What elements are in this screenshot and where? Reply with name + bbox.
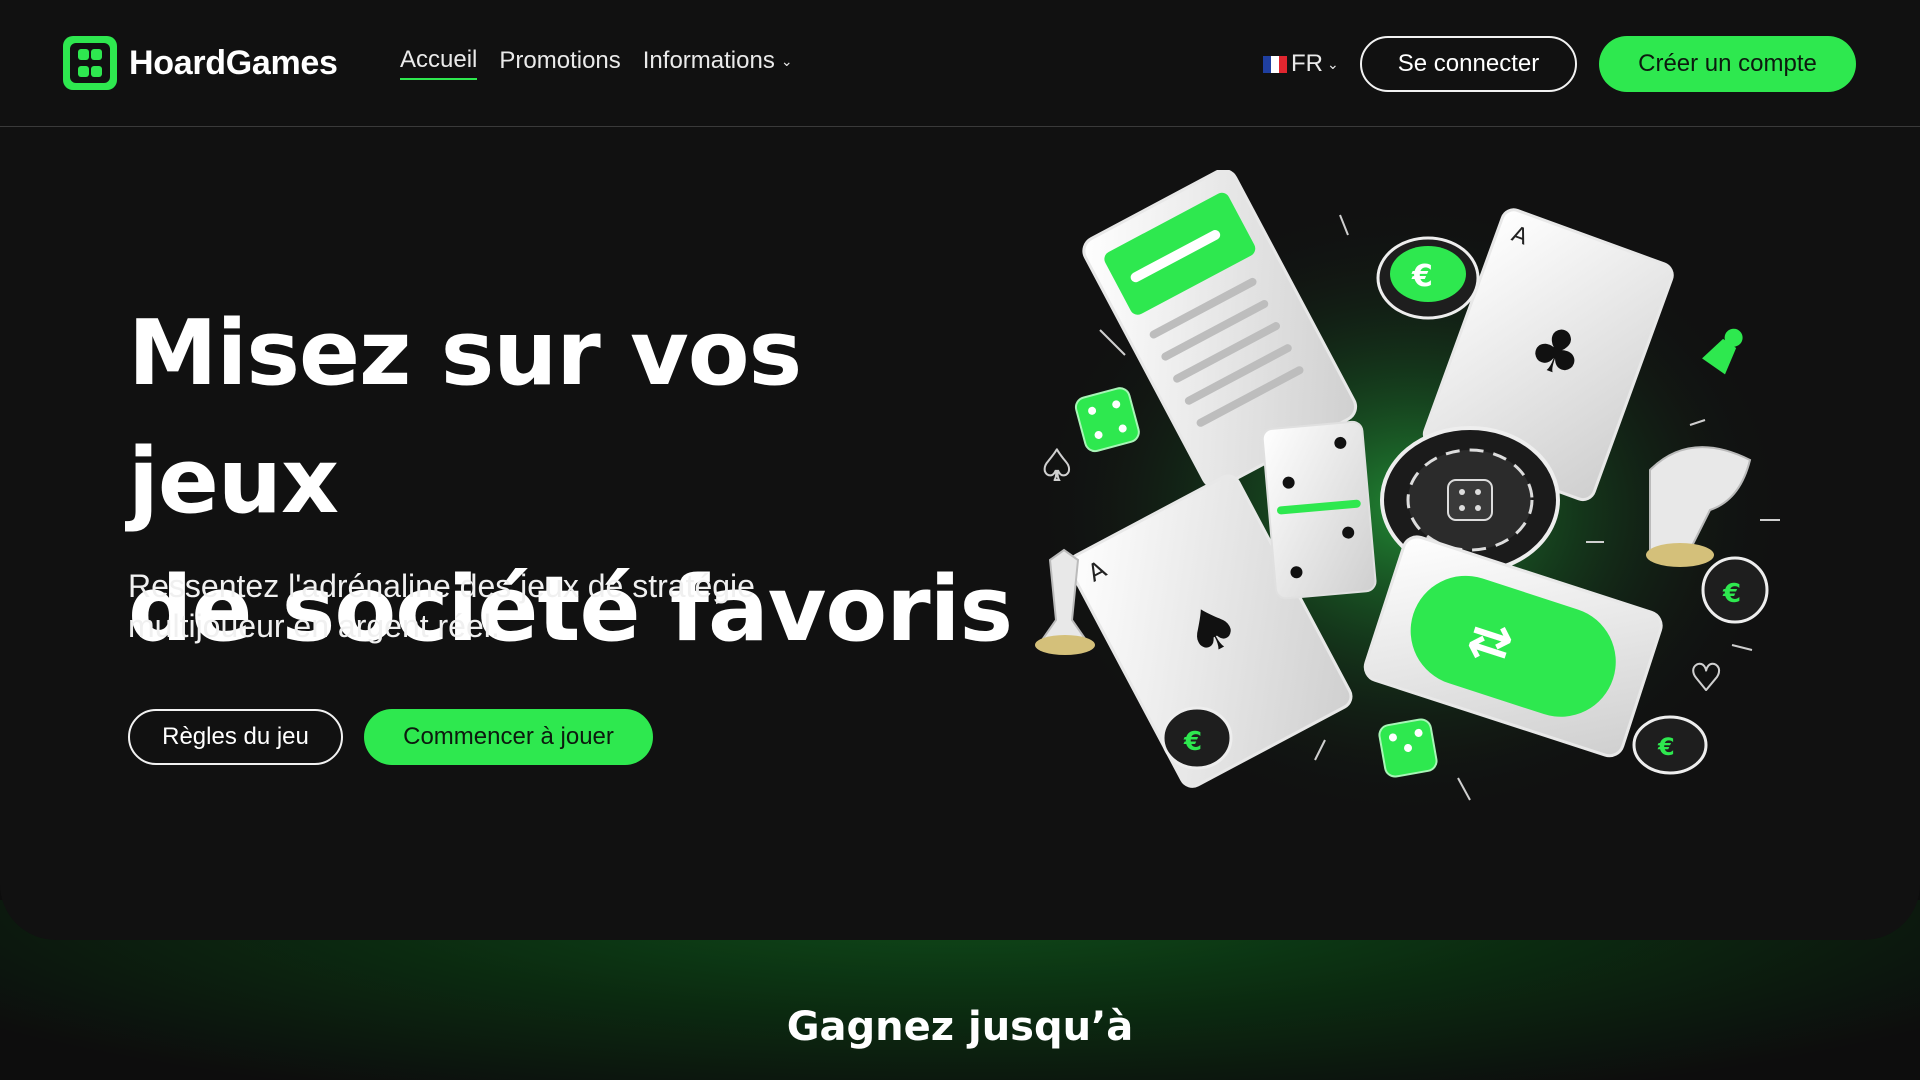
spade-outline-icon: ♠ xyxy=(1038,441,1076,490)
main-nav: Accueil Promotions Informations ⌄ xyxy=(400,46,793,80)
site-header: HoardGames Accueil Promotions Informatio… xyxy=(0,0,1920,127)
dice-icon xyxy=(1378,718,1438,778)
euro-coin-icon: € xyxy=(1161,706,1233,770)
rules-button[interactable]: Règles du jeu xyxy=(128,709,343,765)
login-button[interactable]: Se connecter xyxy=(1360,36,1577,92)
euro-coin-icon: € xyxy=(1376,236,1480,320)
svg-text:€: € xyxy=(1183,727,1202,757)
games-illustration: A ♣ A ♠ ⇄ € € € € ♠ ♥ xyxy=(1030,170,1790,820)
dice-logo-icon xyxy=(63,36,117,90)
signup-button[interactable]: Créer un compte xyxy=(1599,36,1856,92)
svg-text:€: € xyxy=(1722,579,1741,609)
language-selector[interactable]: FR ⌄ xyxy=(1263,50,1339,78)
section-title: Gagnez jusqu’à xyxy=(786,1004,1134,1050)
nav-item-informations[interactable]: Informations ⌄ xyxy=(643,46,793,80)
euro-coin-icon: € xyxy=(1701,556,1769,624)
svg-text:€: € xyxy=(1657,733,1675,761)
domino-icon xyxy=(1261,420,1377,600)
chevron-down-icon: ⌄ xyxy=(780,52,793,69)
euro-coin-icon: € xyxy=(1632,715,1708,775)
flag-fr-icon xyxy=(1263,55,1287,73)
nav-item-label: Promotions xyxy=(499,47,621,74)
heart-outline-icon: ♥ xyxy=(1690,658,1722,699)
hero-section: HoardGames Accueil Promotions Informatio… xyxy=(0,0,1920,940)
hero-subtitle-line1: Ressentez l'adrénaline des jeux de strat… xyxy=(128,568,755,604)
language-label: FR xyxy=(1291,50,1323,77)
svg-text:€: € xyxy=(1411,259,1433,294)
logo-link[interactable]: HoardGames xyxy=(63,36,338,90)
chevron-down-icon: ⌄ xyxy=(1327,55,1339,72)
nav-item-label: Accueil xyxy=(400,46,478,73)
nav-item-label: Informations xyxy=(642,47,775,74)
brand-name: HoardGames xyxy=(129,43,338,82)
hero-subtitle-line2: multijoueur en argent réel. xyxy=(128,608,500,644)
nav-item-accueil[interactable]: Accueil xyxy=(400,46,478,80)
hero-subtitle: Ressentez l'adrénaline des jeux de strat… xyxy=(128,566,848,646)
nav-item-promotions[interactable]: Promotions xyxy=(499,46,620,80)
hero-title-line1: Misez sur vos jeux xyxy=(128,301,802,534)
start-playing-button[interactable]: Commencer à jouer xyxy=(364,709,653,765)
